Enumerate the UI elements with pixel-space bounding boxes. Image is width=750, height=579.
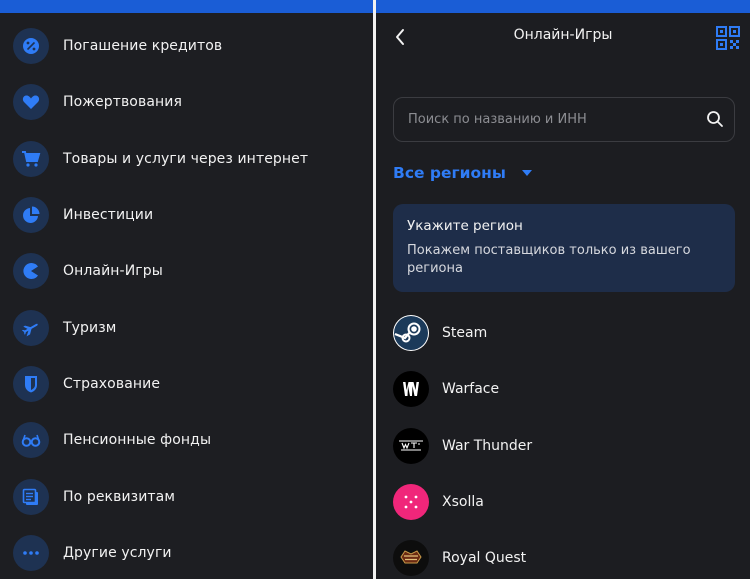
- region-dropdown[interactable]: Все регионы: [393, 164, 532, 182]
- provider-item-xsolla[interactable]: Xsolla: [376, 477, 750, 527]
- region-label: Все регионы: [393, 164, 506, 182]
- menu-item-label: По реквизитам: [63, 489, 175, 505]
- pie-chart-icon: [13, 197, 49, 233]
- search-input[interactable]: Поиск по названию и ИНН: [393, 97, 735, 142]
- caret-down-icon: [521, 170, 532, 176]
- menu-item-label: Пенсионные фонды: [63, 432, 212, 448]
- xsolla-logo: [393, 484, 429, 520]
- menu-item-pension-funds[interactable]: Пенсионные фонды: [0, 412, 373, 468]
- search-placeholder: Поиск по названию и ИНН: [408, 112, 587, 127]
- qr-scan-button[interactable]: [716, 26, 740, 50]
- status-bar-accent: [376, 0, 750, 13]
- menu-item-label: Другие услуги: [63, 545, 172, 561]
- heart-icon: [13, 84, 49, 120]
- menu-item-label: Туризм: [63, 320, 117, 336]
- menu-item-label: Пожертвования: [63, 94, 182, 110]
- pacman-icon: [13, 253, 49, 289]
- provider-item-war-thunder[interactable]: War Thunder: [376, 421, 750, 471]
- menu-item-tourism[interactable]: Туризм: [0, 300, 373, 356]
- status-bar-accent: [0, 0, 373, 13]
- menu-item-online-games[interactable]: Онлайн-Игры: [0, 243, 373, 299]
- region-info-card[interactable]: Укажите регион Покажем поставщиков тольк…: [393, 204, 735, 292]
- war-thunder-logo: [393, 428, 429, 464]
- menu-item-online-goods[interactable]: Товары и услуги через интернет: [0, 131, 373, 187]
- menu-item-label: Страхование: [63, 376, 161, 392]
- glasses-icon: [13, 422, 49, 458]
- provider-name: War Thunder: [442, 438, 533, 454]
- shield-icon: [13, 366, 49, 402]
- menu-item-loan-repayment[interactable]: Погашение кредитов: [0, 18, 373, 74]
- provider-name: Xsolla: [442, 494, 484, 510]
- provider-item-royal-quest[interactable]: Royal Quest: [376, 533, 750, 579]
- menu-item-label: Инвестиции: [63, 207, 154, 223]
- menu-item-label: Товары и услуги через интернет: [63, 151, 309, 167]
- percent-icon: [13, 28, 49, 64]
- menu-item-other-services[interactable]: Другие услуги: [0, 525, 373, 579]
- qr-code-icon: [716, 26, 740, 50]
- document-icon: [13, 479, 49, 515]
- provider-item-steam[interactable]: Steam: [376, 308, 750, 358]
- services-menu-panel: Погашение кредитов Пожертвования Товары …: [0, 0, 373, 579]
- menu-item-label: Погашение кредитов: [63, 38, 223, 54]
- provider-name: Warface: [442, 381, 500, 397]
- info-card-text: Покажем поставщиков только из вашего рег…: [407, 243, 691, 276]
- page-title: Онлайн-Игры: [513, 27, 613, 43]
- online-games-panel: Онлайн-Игры Поиск по названию и ИНН Все …: [376, 0, 750, 579]
- info-card-title: Укажите регион: [407, 218, 523, 234]
- menu-item-label: Онлайн-Игры: [63, 263, 163, 279]
- provider-name: Steam: [442, 325, 488, 341]
- cart-icon: [13, 141, 49, 177]
- menu-item-insurance[interactable]: Страхование: [0, 356, 373, 412]
- warface-logo: [393, 371, 429, 407]
- menu-item-donations[interactable]: Пожертвования: [0, 74, 373, 130]
- menu-item-investments[interactable]: Инвестиции: [0, 187, 373, 243]
- airplane-icon: [13, 310, 49, 346]
- search-icon[interactable]: [706, 110, 724, 128]
- provider-item-warface[interactable]: Warface: [376, 364, 750, 414]
- menu-item-by-details[interactable]: По реквизитам: [0, 469, 373, 525]
- royal-quest-logo: [393, 540, 429, 576]
- provider-name: Royal Quest: [442, 550, 527, 566]
- more-dots-icon: [13, 535, 49, 571]
- steam-logo: [393, 315, 429, 351]
